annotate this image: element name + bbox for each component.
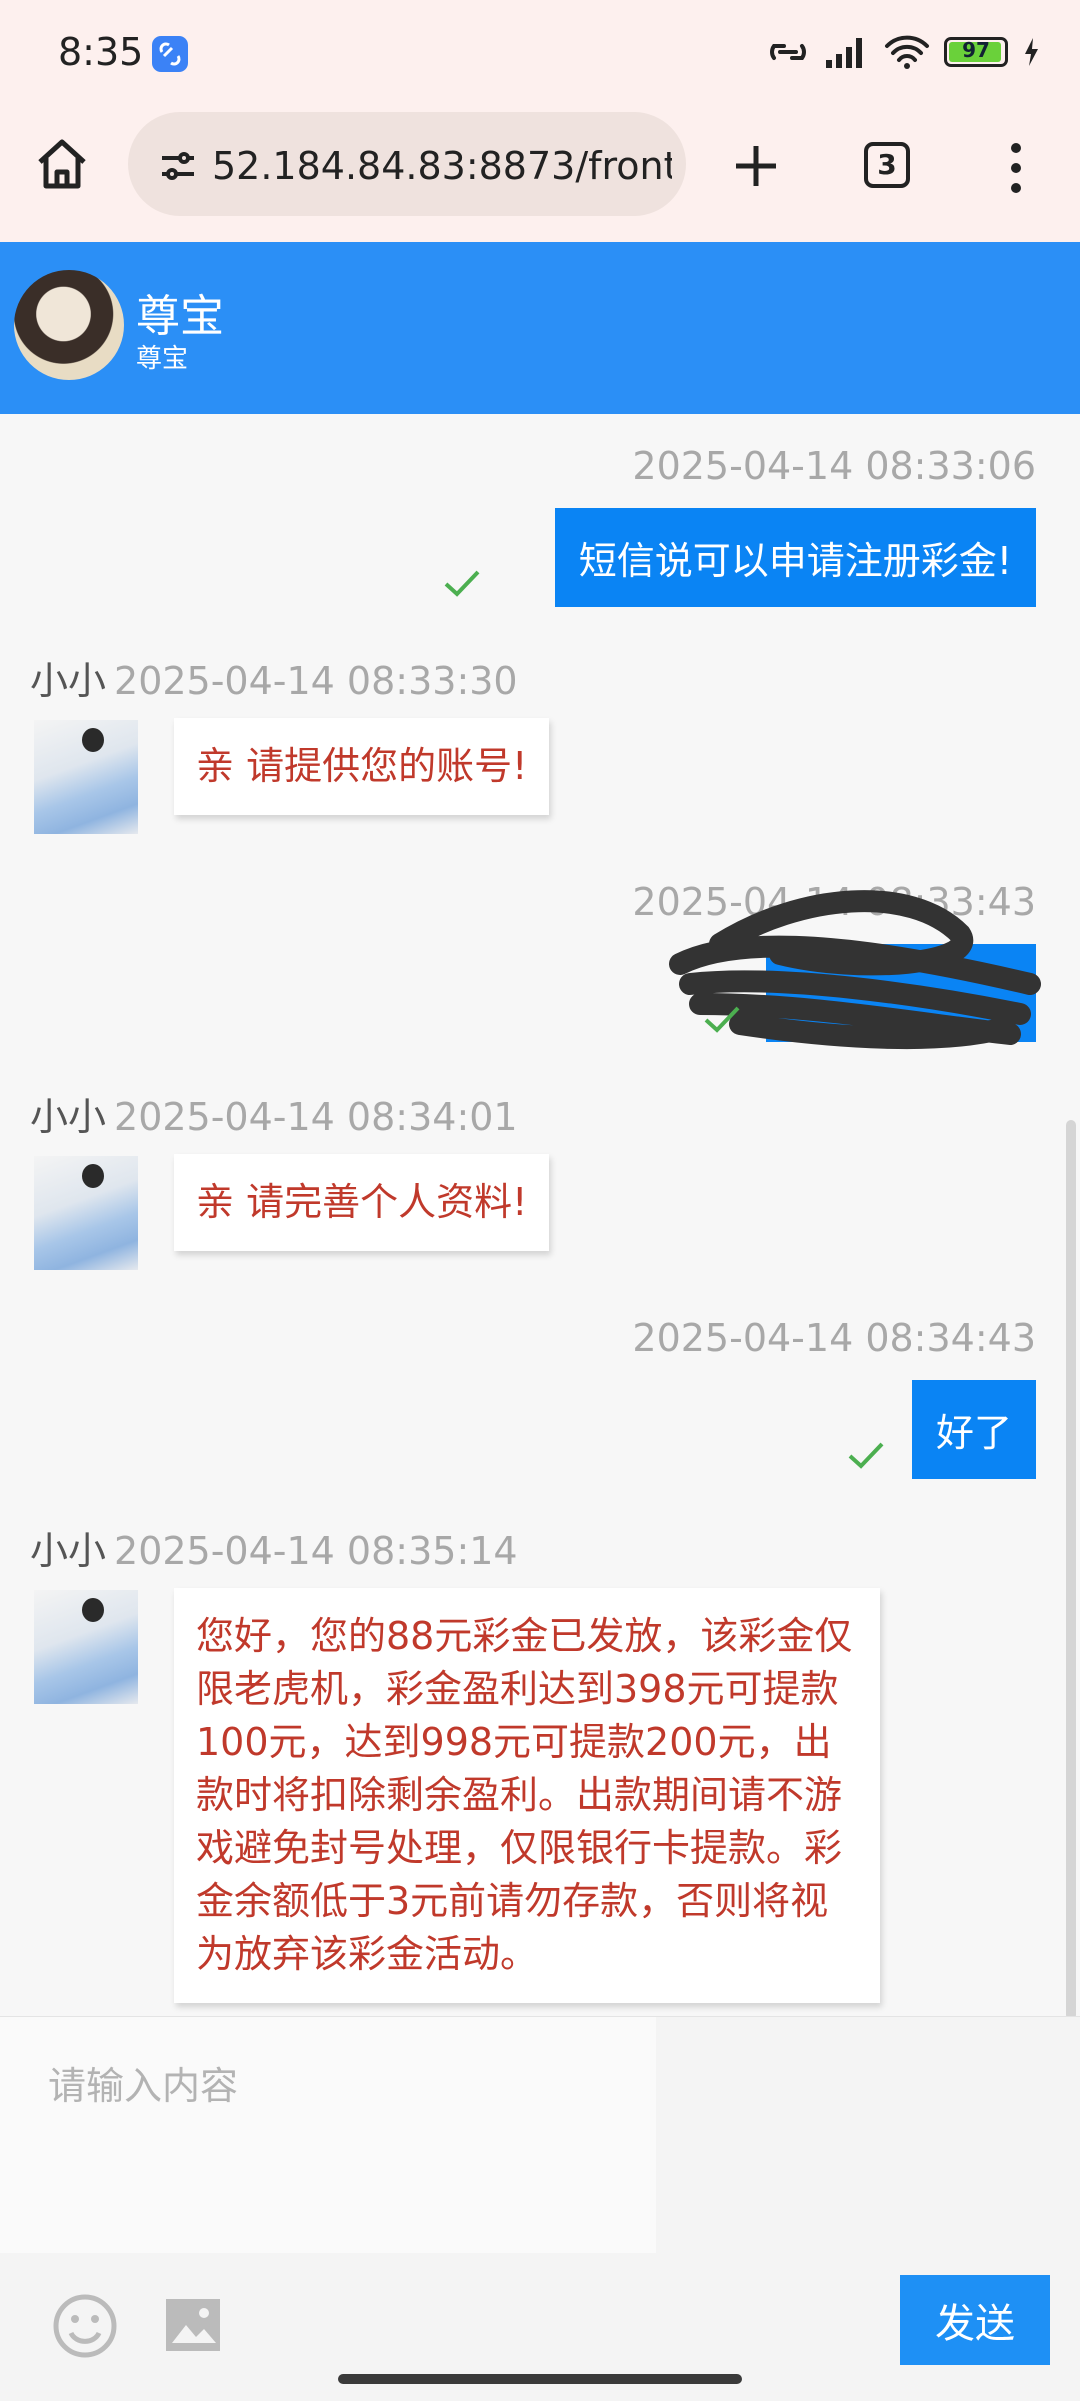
incoming-message-bubble[interactable]: 您好，您的88元彩金已发放，该彩金仅限老虎机，彩金盈利达到398元可提款100元… — [174, 1588, 880, 2003]
send-button[interactable]: 发送 — [900, 2275, 1050, 2365]
avatar[interactable] — [14, 270, 124, 380]
plus-icon — [736, 146, 776, 186]
address-bar[interactable]: 52.184.84.83:8873/front- — [128, 112, 686, 216]
charging-icon — [1025, 38, 1038, 66]
sender-avatar[interactable] — [34, 1590, 138, 1704]
home-button[interactable] — [30, 132, 94, 196]
message-input-box[interactable] — [0, 2017, 656, 2253]
message-sender-line: 小小 2025-04-14 08:33:30 — [30, 650, 518, 705]
signal-icon — [826, 38, 862, 68]
message-list[interactable]: 2025-04-14 08:33:06 短信说可以申请注册彩金! 小小 2025-… — [0, 414, 1080, 2014]
url-text[interactable]: 52.184.84.83:8873/front- — [212, 144, 672, 188]
check-icon — [444, 570, 480, 597]
image-upload-button[interactable] — [164, 2297, 222, 2353]
chat-subtitle: 尊宝 — [136, 344, 189, 374]
status-time: 8:35 — [58, 30, 144, 74]
site-settings-icon[interactable] — [158, 146, 198, 186]
message-input[interactable] — [0, 2017, 656, 2253]
message-sender-line: 小小 2025-04-14 08:34:01 — [30, 1086, 518, 1141]
chat-header: 尊宝 尊宝 — [0, 242, 1080, 414]
emoji-icon — [53, 2294, 117, 2358]
message-timestamp: 2025-04-14 08:33:06 — [632, 444, 1036, 488]
message-timestamp: 2025-04-14 08:34:01 — [114, 1095, 518, 1139]
status-icons: 97 — [766, 30, 1040, 74]
incoming-message-bubble[interactable]: 亲 请提供您的账号! — [174, 718, 550, 815]
sender-name: 小小 — [30, 659, 107, 703]
sender-avatar[interactable] — [34, 1156, 138, 1270]
incoming-message-bubble[interactable]: 亲 请完善个人资料! — [174, 1154, 550, 1251]
sender-avatar[interactable] — [34, 720, 138, 834]
browser-toolbar: 52.184.84.83:8873/front- 3 — [0, 110, 1080, 242]
emoji-button[interactable] — [52, 2293, 118, 2359]
tab-switcher-button[interactable]: 3 — [864, 142, 910, 188]
outgoing-message-bubble[interactable]: 好了 — [911, 1380, 1036, 1479]
message-timestamp: 2025-04-14 08:33:30 — [114, 659, 518, 703]
image-icon — [166, 2299, 220, 2351]
composer: 发送 — [0, 2016, 1080, 2401]
status-bar: 8:35 97 — [0, 0, 1080, 110]
battery-percent: 97 — [962, 38, 990, 62]
hotspot-icon — [770, 44, 806, 60]
home-indicator[interactable] — [338, 2374, 742, 2384]
overflow-menu-button[interactable] — [1006, 140, 1026, 196]
new-tab-button[interactable] — [730, 140, 782, 192]
message-timestamp: 2025-04-14 08:35:14 — [114, 1529, 518, 1573]
outgoing-message-bubble[interactable]: 短信说可以申请注册彩金! — [554, 508, 1036, 607]
home-icon — [38, 139, 86, 189]
check-icon — [848, 1442, 884, 1469]
message-timestamp: 2025-04-14 08:34:43 — [632, 1316, 1036, 1360]
battery-icon: 97 — [944, 37, 1008, 67]
sender-name: 小小 — [30, 1095, 107, 1139]
more-vert-icon — [1011, 143, 1021, 193]
wifi-icon — [885, 35, 929, 69]
check-icon — [704, 1006, 740, 1033]
message-sender-line: 小小 2025-04-14 08:35:14 — [30, 1520, 518, 1575]
sender-name: 小小 — [30, 1529, 107, 1573]
scrollbar[interactable] — [1066, 1120, 1076, 2020]
link-icon — [152, 36, 188, 72]
chat-title: 尊宝 — [136, 291, 224, 342]
